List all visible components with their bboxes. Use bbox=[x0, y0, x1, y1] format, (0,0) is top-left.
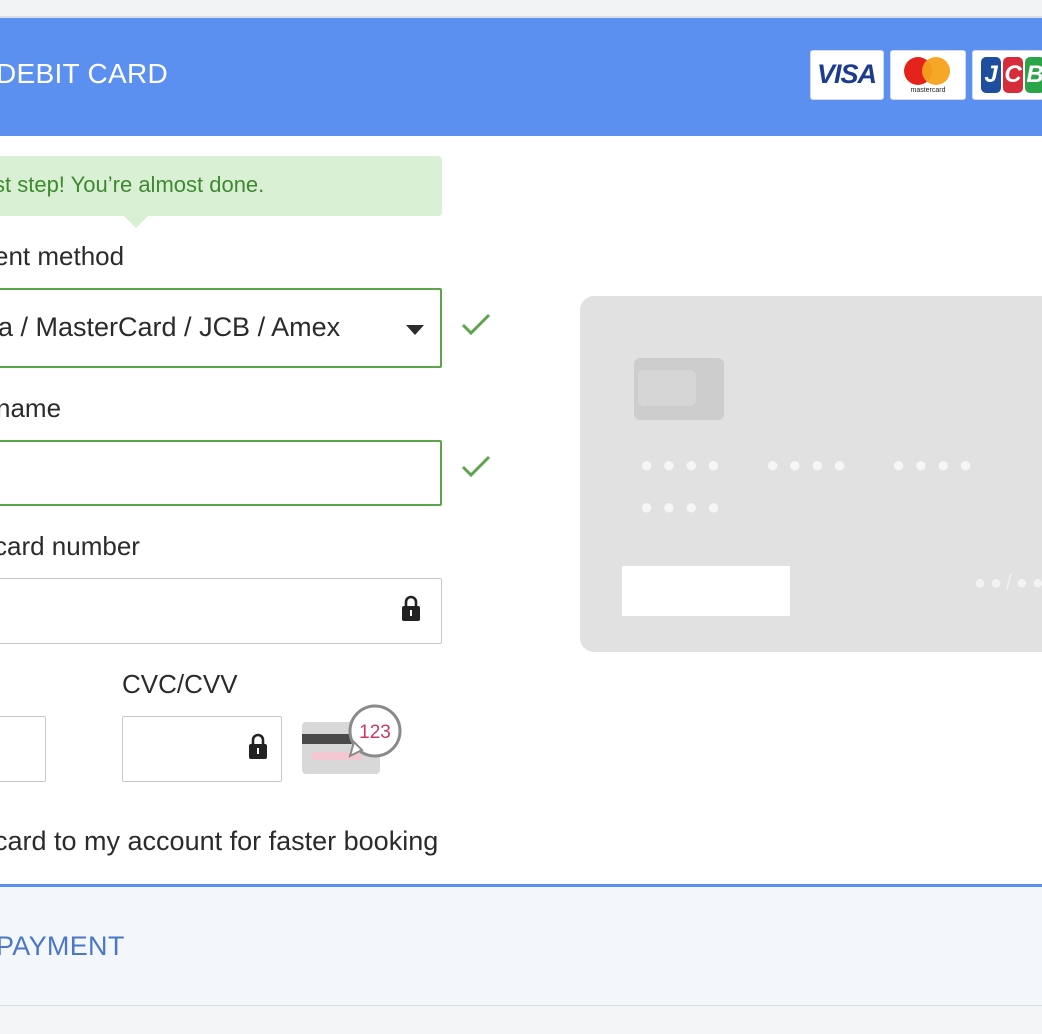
cvc-input[interactable] bbox=[122, 716, 282, 782]
expiry-input[interactable] bbox=[0, 716, 46, 782]
top-strip bbox=[0, 0, 1042, 18]
save-card-label[interactable]: card to my account for faster booking bbox=[0, 826, 438, 857]
progress-tooltip: st step! You’re almost done. bbox=[0, 156, 442, 216]
mastercard-logo: mastercard bbox=[890, 50, 966, 100]
card-preview: ●●●● ●●●● ●●●● ●●●● ●●/●● bbox=[580, 296, 1042, 652]
check-icon bbox=[461, 455, 491, 478]
section-title: DEBIT CARD bbox=[0, 58, 169, 89]
visa-logo-text: VISA bbox=[817, 59, 877, 89]
card-number-group: ●●●● bbox=[766, 452, 856, 477]
bottom-strip bbox=[0, 1006, 1042, 1034]
mastercard-logo-text: mastercard bbox=[910, 87, 946, 94]
chevron-down-icon bbox=[406, 325, 424, 335]
visa-logo: VISA bbox=[810, 50, 884, 100]
card-expiry-placeholder: ●●/●● bbox=[974, 572, 1042, 594]
tooltip-text: st step! You’re almost done. bbox=[0, 172, 265, 197]
card-number-group: ●●●● bbox=[640, 494, 730, 519]
tooltip-arrow bbox=[124, 216, 148, 228]
card-number-group: ●●●● bbox=[640, 452, 730, 477]
jcb-j-band: J bbox=[981, 57, 1001, 93]
card-number-label: card number bbox=[0, 531, 140, 561]
payment-section[interactable]: PAYMENT bbox=[0, 887, 1042, 1006]
cvc-label: CVC/CVV bbox=[122, 669, 238, 699]
cvc-hint-icon[interactable]: 123 bbox=[302, 704, 406, 776]
payment-method-select[interactable]: a / MasterCard / JCB / Amex bbox=[0, 288, 442, 368]
cvc-hint-number: 123 bbox=[359, 722, 391, 743]
cardholder-name-input[interactable] bbox=[0, 440, 442, 506]
mastercard-orange-circle bbox=[922, 57, 950, 85]
card-section-header[interactable]: DEBIT CARD VISA mastercard J C B bbox=[0, 18, 1042, 136]
cardholder-name-label: name bbox=[0, 393, 62, 423]
jcb-c-band: C bbox=[1003, 57, 1023, 93]
card-chip-inner bbox=[638, 370, 696, 406]
payment-section-title: PAYMENT bbox=[0, 931, 125, 961]
payment-method-value: a / MasterCard / JCB / Amex bbox=[0, 312, 341, 342]
jcb-b-band: B bbox=[1025, 57, 1042, 93]
check-icon bbox=[461, 313, 491, 336]
payment-method-label: ent method bbox=[0, 241, 125, 271]
lock-icon bbox=[402, 595, 420, 621]
card-chip bbox=[634, 358, 724, 420]
lock-icon bbox=[249, 733, 267, 759]
card-number-group: ●●●● bbox=[892, 452, 982, 477]
jcb-logo: J C B bbox=[972, 50, 1042, 100]
card-name-placeholder bbox=[622, 566, 790, 616]
card-number-input[interactable] bbox=[0, 578, 442, 644]
